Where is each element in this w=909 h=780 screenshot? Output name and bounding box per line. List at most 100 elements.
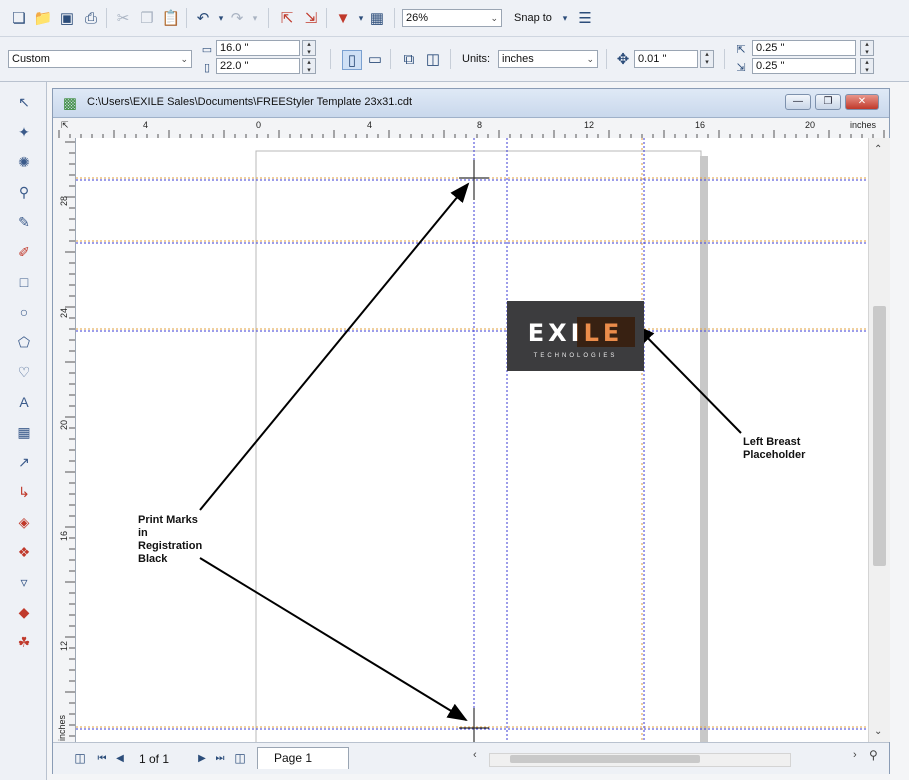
rectangle-tool-icon[interactable]: □ <box>14 272 34 292</box>
units-dropdown[interactable]: inches ⌄ <box>498 50 598 68</box>
annotation-arrow <box>199 557 468 722</box>
drawing-canvas[interactable]: EXILE TECHNOLOGIES Print Marks in Regist… <box>76 138 868 742</box>
new-document-icon[interactable]: ❏ <box>10 9 28 27</box>
vertical-scrollbar[interactable]: ⌃ ⌄ <box>868 138 890 742</box>
width-spinner[interactable]: ▴ ▾ <box>302 40 316 56</box>
transparency-tool-icon[interactable]: ❖ <box>14 542 34 562</box>
page-height-input[interactable]: 22.0 " <box>216 58 300 74</box>
add-page-after-icon[interactable]: ◫ <box>231 749 249 767</box>
fill-tool-icon[interactable]: ☘ <box>14 632 34 652</box>
outline-tool-icon[interactable]: ◆ <box>14 602 34 622</box>
next-page-icon[interactable]: ▶ <box>193 749 211 767</box>
ellipse-tool-icon[interactable]: ○ <box>14 302 34 322</box>
annotation-arrow <box>199 182 470 511</box>
application-launcher-icon[interactable]: ▼ <box>334 9 352 27</box>
copy-icon[interactable]: ❐ <box>138 9 156 27</box>
ruler-label: 16 <box>59 530 70 542</box>
close-button[interactable]: ✕ <box>845 94 879 110</box>
nudge-spinner[interactable]: ▴ ▾ <box>700 50 714 68</box>
zoom-level-dropdown[interactable]: 26% ⌄ <box>402 9 502 27</box>
page-width-input[interactable]: 16.0 " <box>216 40 300 56</box>
redo-icon[interactable]: ↷ <box>228 9 246 27</box>
restore-button[interactable]: ❐ <box>815 94 841 110</box>
cut-icon[interactable]: ✂ <box>114 9 132 27</box>
scroll-up-icon[interactable]: ⌃ <box>874 144 882 155</box>
connector-tool-icon[interactable]: ↳ <box>14 482 34 502</box>
horizontal-scrollbar-thumb[interactable] <box>510 755 700 763</box>
current-page-icon[interactable]: ◫ <box>424 50 442 68</box>
ruler-origin-icon[interactable]: ⇱ <box>61 120 69 131</box>
crop-tool-icon[interactable]: ✺ <box>14 152 34 172</box>
scroll-right-icon[interactable]: › <box>853 749 857 761</box>
chevron-down-icon: ⌄ <box>490 13 498 23</box>
print-icon[interactable]: ⎙ <box>82 9 100 27</box>
last-page-icon[interactable]: ⏭ <box>211 749 229 767</box>
page-tab[interactable]: Page 1 <box>257 747 349 769</box>
blend-tool-icon[interactable]: ◈ <box>14 512 34 532</box>
basic-shapes-icon[interactable]: ♡ <box>14 362 34 382</box>
page-preset-dropdown[interactable]: Custom ⌄ <box>8 50 192 68</box>
previous-page-icon[interactable]: ◀ <box>111 749 129 767</box>
shape-tool-icon[interactable]: ✦ <box>14 122 34 142</box>
scrollbar-thumb[interactable] <box>873 306 886 566</box>
toolbox: ↖ ✦ ✺ ⚲ ✎ ✐ □ ○ ⬠ ♡ A ▦ ↗ ↳ ◈ ❖ ▿ ◆ ☘ <box>0 82 47 780</box>
polygon-tool-icon[interactable]: ⬠ <box>14 332 34 352</box>
zoom-level-value: 26% <box>406 12 429 24</box>
duplicate-y-icon: ⇲ <box>736 61 746 74</box>
first-page-icon[interactable]: ⏮ <box>93 749 111 767</box>
page-shadow <box>700 156 708 742</box>
units-label: Units: <box>462 53 491 65</box>
all-pages-icon[interactable]: ⧉ <box>400 50 418 68</box>
import-icon[interactable]: ⇱ <box>278 9 296 27</box>
welcome-screen-icon[interactable]: ▦ <box>368 9 386 27</box>
open-folder-icon[interactable]: 📁 <box>34 9 53 27</box>
left-breast-logo[interactable]: EXILE TECHNOLOGIES <box>507 301 644 371</box>
snap-dropdown-icon[interactable]: ▾ <box>556 9 574 27</box>
nudge-distance-icon: ✥ <box>616 51 630 68</box>
freehand-tool-icon[interactable]: ✎ <box>14 212 34 232</box>
pick-tool-icon[interactable]: ↖ <box>14 92 34 112</box>
ruler-label: 20 <box>805 120 816 130</box>
navigator-icon[interactable]: ⚲ <box>869 748 878 762</box>
ruler-units: inches <box>57 714 68 742</box>
document-title: C:\Users\EXILE Sales\Documents\FREEStyle… <box>87 96 413 108</box>
duplicate-x-input[interactable]: 0.25 " <box>752 40 856 56</box>
options-icon[interactable]: ☰ <box>576 9 594 27</box>
duplicate-y-spinner[interactable]: ▴ ▾ <box>860 58 874 74</box>
artistic-media-icon[interactable]: ✐ <box>14 242 34 262</box>
ruler-label: 28 <box>59 195 70 207</box>
add-page-before-icon[interactable]: ◫ <box>71 749 89 767</box>
paste-icon[interactable]: 📋 <box>162 9 181 27</box>
standard-toolbar: ❏ 📁 ▣ ⎙ ✂ ❐ 📋 ↶ ▾ ↷ ▾ ⇱ ⇲ ▼ ▾ ▦ 26% ⌄ Sn… <box>0 0 909 37</box>
chevron-down-icon: ⌄ <box>586 54 594 64</box>
ruler-label: 4 <box>143 120 149 130</box>
height-spinner[interactable]: ▴ ▾ <box>302 58 316 74</box>
eyedropper-tool-icon[interactable]: ▿ <box>14 572 34 592</box>
duplicate-y-input[interactable]: 0.25 " <box>752 58 856 74</box>
scroll-left-icon[interactable]: ‹ <box>473 749 487 767</box>
portrait-icon[interactable]: ▯ <box>342 50 362 70</box>
dimension-tool-icon[interactable]: ↗ <box>14 452 34 472</box>
text-tool-icon[interactable]: A <box>14 392 34 412</box>
duplicate-x-spinner[interactable]: ▴ ▾ <box>860 40 874 56</box>
ruler-label: 16 <box>695 120 706 130</box>
scroll-down-icon[interactable]: ⌄ <box>874 726 882 737</box>
redo-dropdown-icon[interactable]: ▾ <box>246 9 264 27</box>
horizontal-ruler[interactable]: ⇱ 4 0 4 8 12 16 20 inches <box>53 118 889 139</box>
ruler-label: 12 <box>59 640 70 652</box>
ruler-label: 0 <box>256 120 262 130</box>
nudge-distance-input[interactable]: 0.01 " <box>634 50 698 68</box>
table-tool-icon[interactable]: ▦ <box>14 422 34 442</box>
undo-icon[interactable]: ↶ <box>194 9 212 27</box>
zoom-tool-icon[interactable]: ⚲ <box>14 182 34 202</box>
document-window: ▩ C:\Users\EXILE Sales\Documents\FREESty… <box>52 88 890 774</box>
save-icon[interactable]: ▣ <box>58 9 76 27</box>
horizontal-scrollbar[interactable] <box>489 753 791 767</box>
logo-subtext: TECHNOLOGIES <box>533 353 618 359</box>
export-icon[interactable]: ⇲ <box>302 9 320 27</box>
landscape-icon[interactable]: ▭ <box>366 50 384 68</box>
minimize-button[interactable]: — <box>785 94 811 110</box>
snap-to-button[interactable]: Snap to <box>514 12 552 24</box>
page-border <box>255 150 702 742</box>
vertical-ruler[interactable]: 28 24 20 16 12 inches <box>53 138 76 742</box>
